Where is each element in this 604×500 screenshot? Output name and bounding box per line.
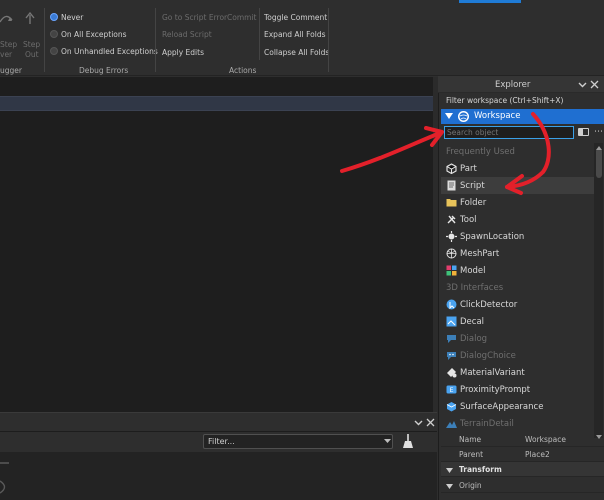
expand-all-folds-button[interactable]: Expand All Folds [264,30,326,39]
clear-output-broom-icon[interactable] [401,433,415,450]
list-item-material-variant[interactable]: MaterialVariant [441,364,594,381]
list-item-surface-appearance[interactable]: SurfaceAppearance [441,398,594,415]
chevron-down-icon[interactable] [414,418,423,427]
list-item-terrain-detail[interactable]: TerrainDetail [441,415,594,432]
list-item-script[interactable]: Script [441,177,594,194]
radio-unhandled-exceptions[interactable] [50,47,58,55]
top-accent-button[interactable] [459,0,521,3]
list-item-part[interactable]: Part [441,160,594,177]
property-key: Origin [459,480,482,490]
list-item-tool[interactable]: Tool [441,211,594,228]
property-key: Name [459,434,482,444]
output-filter-text: Filter... [208,437,235,446]
current-line-highlight [0,96,433,111]
property-key: Parent [459,449,484,459]
step-out-label-2[interactable]: Out [25,50,39,59]
spawn-location-icon [446,231,457,242]
property-value[interactable]: Workspace [525,435,566,444]
option-unhandled-exceptions-label[interactable]: On Unhandled Exceptions [61,47,158,56]
surface-appearance-icon [446,401,457,412]
property-value[interactable]: Place2 [525,450,550,459]
dialog-icon [446,333,457,344]
svg-text:E: E [450,387,454,394]
collapse-triangle-icon[interactable] [446,467,453,476]
property-row-parent[interactable]: Parent Place2 [441,447,604,462]
more-options-icon[interactable]: ⋯ [594,127,603,137]
dropdown-arrow-icon [384,437,391,447]
debug-errors-section-label: Debug Errors [79,66,129,75]
decal-icon [446,316,457,327]
debugger-section-label: ugger [0,66,22,75]
list-item-folder[interactable]: Folder [441,194,594,211]
workspace-globe-icon [458,111,469,122]
script-icon [446,180,457,191]
list-item-dialog[interactable]: Dialog [441,330,594,347]
step-out-label-1[interactable]: Step [23,40,40,49]
apply-edits-button[interactable]: Apply Edits [162,48,204,57]
step-over-label-1[interactable]: Step [0,40,17,49]
go-to-script-error-button[interactable]: Go to Script Error [162,13,227,22]
property-row-name[interactable]: Name Workspace [441,432,604,447]
category-header: 3D Interfaces [446,282,504,293]
workspace-label: Workspace [474,111,521,121]
collapse-all-folds-button[interactable]: Collapse All Folds [264,48,329,57]
toggle-comment-button[interactable]: Toggle Comment [264,13,327,22]
output-filter-dropdown[interactable]: Filter... [203,434,393,449]
chevron-down-icon[interactable] [578,80,587,91]
reload-script-button[interactable]: Reload Script [162,30,212,39]
part-icon [446,163,457,174]
explorer-title: Explorer [495,80,531,90]
ribbon-divider [328,8,329,72]
explorer-filter-label[interactable]: Filter workspace (Ctrl+Shift+X) [446,96,563,105]
step-over-icon [0,14,14,24]
workspace-row[interactable]: Workspace [441,109,604,124]
script-editor[interactable] [0,77,437,412]
expand-triangle-icon[interactable] [445,113,453,122]
ribbon-divider [44,8,45,72]
dialog-choice-icon [446,350,457,361]
commit-button[interactable]: Commit [227,13,256,22]
actions-section-label: Actions [229,66,257,75]
close-icon[interactable] [590,80,599,91]
output-log-area [0,452,437,500]
search-object-input[interactable] [444,126,574,139]
option-never-label[interactable]: Never [61,13,83,22]
step-out-icon [23,11,37,26]
list-item-model[interactable]: Model [441,262,594,279]
ribbon-divider [259,8,260,60]
explorer-header: Explorer [438,76,604,93]
radio-all-exceptions[interactable] [50,30,58,38]
list-item-decal[interactable]: Decal [441,313,594,330]
proximity-prompt-icon: E [446,384,457,395]
terrain-detail-icon [446,418,457,429]
close-icon[interactable] [426,418,435,427]
meshpart-icon [446,248,457,259]
scrollbar-thumb[interactable] [596,148,602,178]
list-item-dialog-choice[interactable]: DialogChoice [441,347,594,364]
property-section-transform[interactable]: Transform [441,462,604,477]
folder-icon [446,197,457,208]
output-edge-glyph [0,457,12,497]
output-panel-header [0,413,437,432]
list-item-meshpart[interactable]: MeshPart [441,245,594,262]
category-header: Frequently Used [446,146,515,157]
insert-list-scrollbar[interactable] [594,143,603,438]
tool-icon [446,214,457,225]
ribbon-divider [155,8,156,72]
list-item-click-detector[interactable]: ClickDetector [441,296,594,313]
radio-never[interactable] [50,13,58,21]
toggle-view-icon[interactable] [578,128,589,136]
click-detector-icon [446,299,457,310]
material-variant-icon [446,367,457,378]
option-all-exceptions-label[interactable]: On All Exceptions [61,30,127,39]
list-item-proximity-prompt[interactable]: E ProximityPrompt [441,381,594,398]
studio-window: { "ribbon": { "debugger_section": "ugger… [0,0,604,500]
list-item-spawn-location[interactable]: SpawnLocation [441,228,594,245]
property-row-origin[interactable]: Origin [441,478,604,493]
expand-triangle-icon[interactable] [446,483,453,492]
scroll-up-icon[interactable] [596,143,602,152]
step-over-label-2[interactable]: ver [0,50,12,59]
model-icon [446,265,457,276]
